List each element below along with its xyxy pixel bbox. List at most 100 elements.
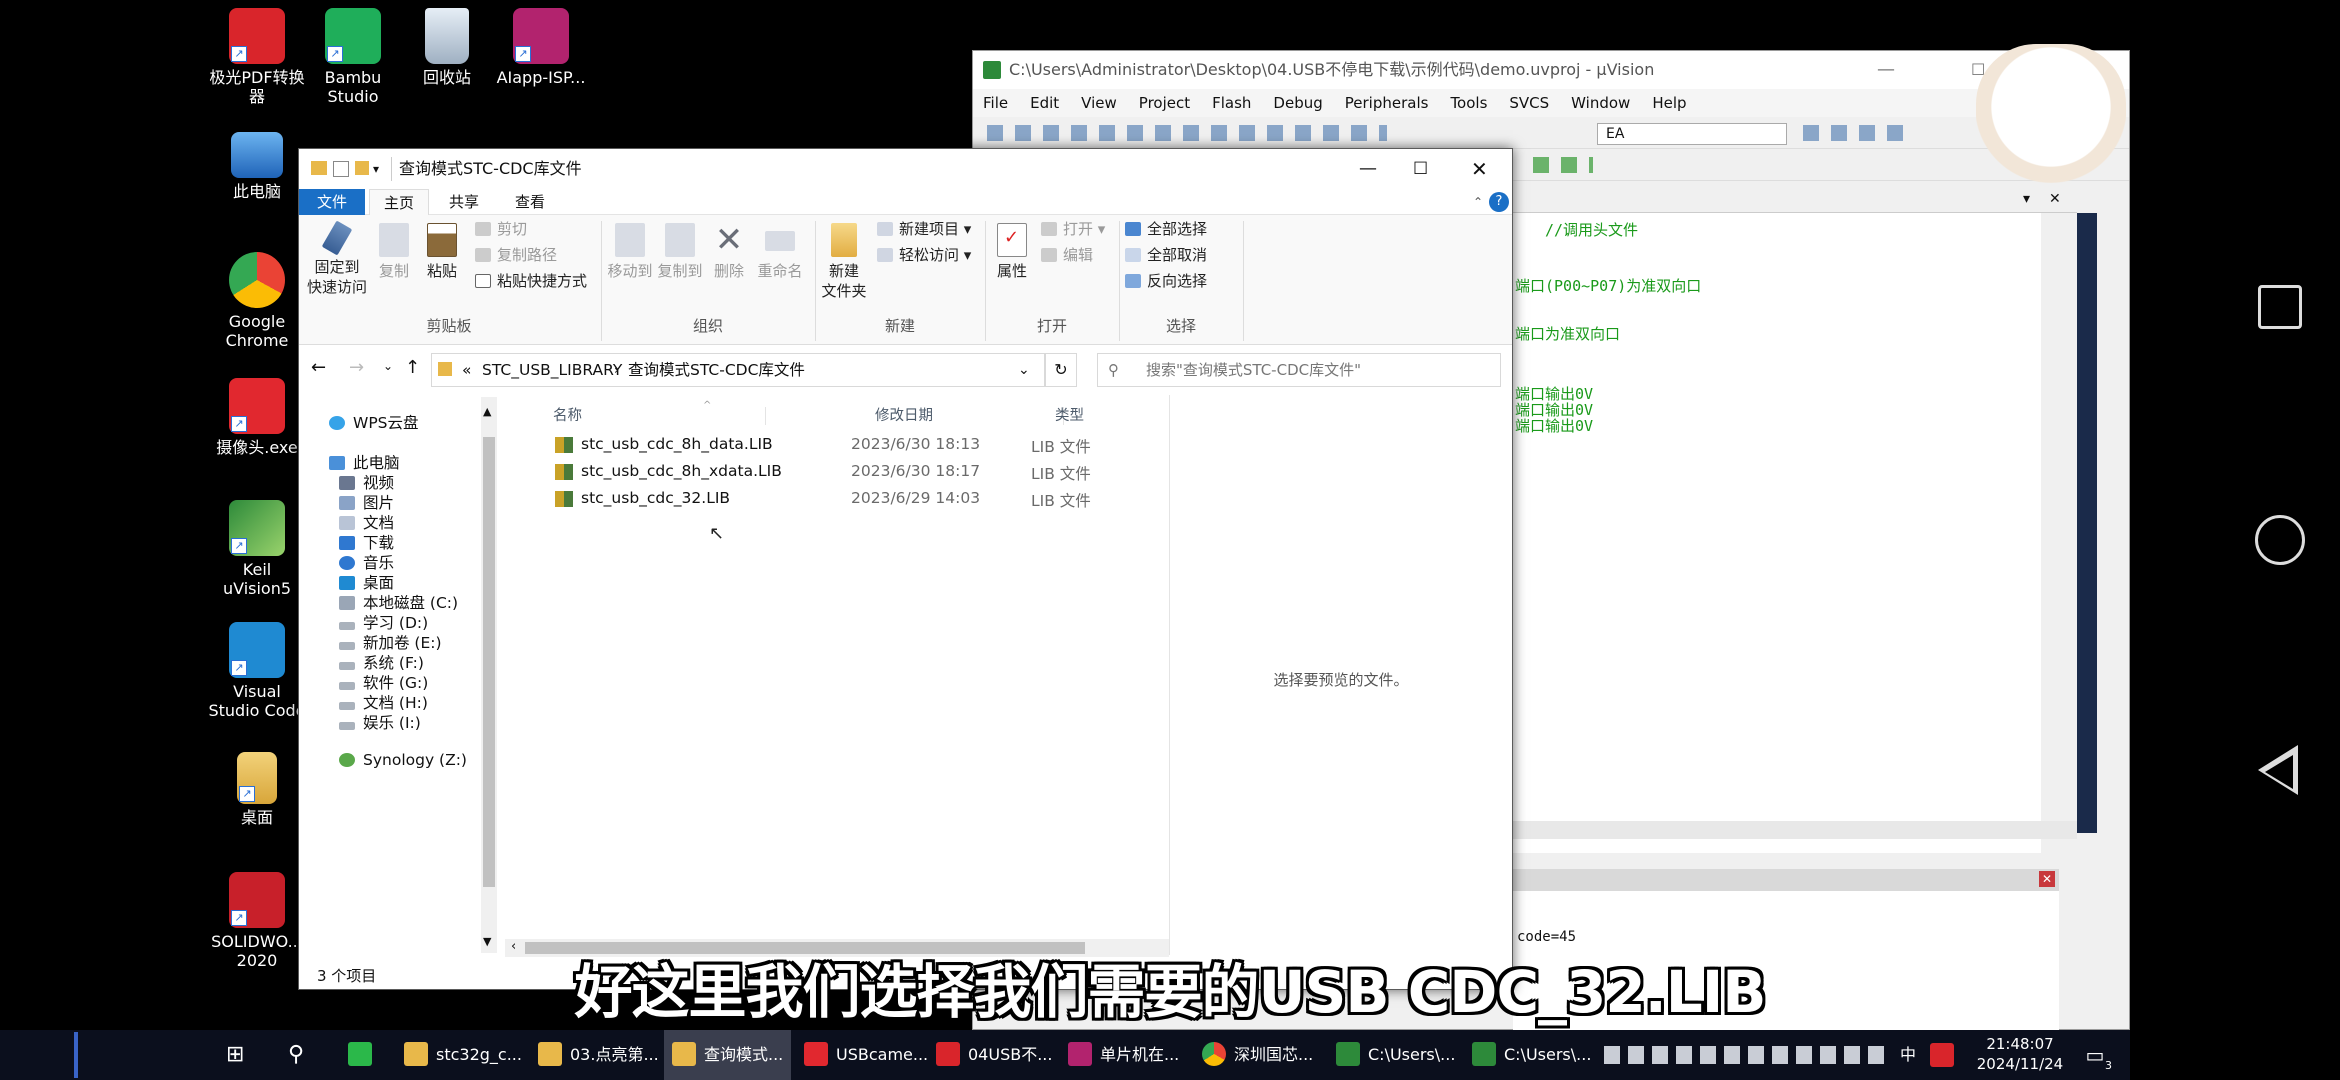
table-row[interactable]: stc_usb_cdc_8h_xdata.LIB 2023/6/30 18:17… xyxy=(529,460,1229,487)
minimize-icon[interactable]: — xyxy=(1359,149,1377,189)
move-to-button[interactable]: 移动到 xyxy=(607,223,653,281)
select-all-button[interactable]: 全部选择 xyxy=(1125,217,1207,241)
chevron-right-icon[interactable]: › xyxy=(614,354,619,386)
nav-item-desktop[interactable]: 桌面 xyxy=(339,571,394,593)
app-tray-icon[interactable] xyxy=(1926,1030,1958,1080)
new-folder-quick-icon[interactable] xyxy=(355,161,369,175)
menu-edit[interactable]: Edit xyxy=(1030,89,1059,117)
address-bar[interactable]: « STC_USB_LIBRARY › 查询模式STC-CDC库文件 ⌄ xyxy=(431,353,1045,387)
tab-close-icon[interactable]: ✕ xyxy=(2049,191,2061,207)
table-row[interactable]: stc_usb_cdc_8h_data.LIB 2023/6/30 18:13 … xyxy=(529,433,1229,460)
column-header-type[interactable]: 类型 xyxy=(1055,401,1084,431)
home-icon[interactable] xyxy=(2255,515,2305,565)
properties-button[interactable]: ✓ 属性 xyxy=(989,223,1035,281)
tab-dropdown-icon[interactable]: ▾ xyxy=(2023,191,2030,207)
search-button[interactable]: ⚲ xyxy=(288,1030,304,1080)
taskbar-item[interactable]: C:\Users\... xyxy=(1336,1030,1455,1080)
nav-item-drive-f[interactable]: 系统 (F:) xyxy=(339,651,424,673)
nav-item-downloads[interactable]: 下载 xyxy=(339,531,394,553)
tab-file[interactable]: 文件 xyxy=(299,189,366,215)
breadcrumb-stc-usb-library[interactable]: STC_USB_LIBRARY xyxy=(482,354,622,386)
maximize-icon[interactable]: ☐ xyxy=(1413,149,1428,189)
address-prefix[interactable]: « xyxy=(462,354,471,386)
nav-scrollbar[interactable]: ▲ ▼ xyxy=(481,397,497,953)
column-header-name[interactable]: 名称 xyxy=(553,401,582,431)
this-pc-icon[interactable]: 此电脑 xyxy=(202,132,312,201)
menu-svcs[interactable]: SVCS xyxy=(1509,89,1549,117)
target-select[interactable]: EA xyxy=(1597,123,1787,145)
close-icon[interactable]: ✕ xyxy=(1471,149,1488,189)
recent-dropdown-icon[interactable]: ⌄ xyxy=(383,359,393,373)
recent-apps-icon[interactable] xyxy=(2258,285,2302,329)
select-none-button[interactable]: 全部取消 xyxy=(1125,243,1207,267)
back-icon[interactable]: ← xyxy=(311,357,326,378)
new-item-button[interactable]: 新建项目 ▾ xyxy=(877,217,971,241)
clock[interactable]: 21:48:07 2024/11/24 xyxy=(1970,1034,2070,1074)
tab-home[interactable]: 主页 xyxy=(369,189,430,215)
editor-scrollbar[interactable] xyxy=(2077,213,2097,833)
nav-item-wps-cloud[interactable]: WPS云盘 xyxy=(329,411,419,433)
open-button[interactable]: 打开 ▾ xyxy=(1041,217,1105,241)
nav-item-drive-d[interactable]: 学习 (D:) xyxy=(339,611,428,633)
chevron-down-icon[interactable]: ⌄ xyxy=(1018,354,1030,386)
table-row[interactable]: stc_usb_cdc_32.LIB 2023/6/29 14:03 LIB 文… xyxy=(529,487,1229,514)
menu-project[interactable]: Project xyxy=(1139,89,1190,117)
nav-item-drive-e[interactable]: 新加卷 (E:) xyxy=(339,631,442,653)
cut-button[interactable]: 剪切 xyxy=(475,217,527,241)
paste-button[interactable]: 粘贴 xyxy=(419,223,465,281)
new-folder-button[interactable]: 新建 文件夹 xyxy=(819,223,869,301)
search-box[interactable]: ⚲ 搜索"查询模式STC-CDC库文件" xyxy=(1097,353,1501,387)
edit-button[interactable]: 编辑 xyxy=(1041,243,1093,267)
menu-window[interactable]: Window xyxy=(1571,89,1630,117)
taskbar-item[interactable]: stc32g_c... xyxy=(404,1030,522,1080)
menu-flash[interactable]: Flash xyxy=(1212,89,1251,117)
aiapp-isp-icon[interactable]: ↗ AIapp-ISP... xyxy=(486,8,596,87)
ime-indicator[interactable]: 中 xyxy=(1900,1030,1916,1080)
menu-file[interactable]: File xyxy=(983,89,1008,117)
taskbar-item[interactable]: 03.点亮第... xyxy=(538,1030,659,1080)
editor-hscroll[interactable] xyxy=(1513,821,2077,839)
copy-to-button[interactable]: 复制到 xyxy=(657,223,703,281)
camera-exe-icon[interactable]: ↗ 摄像头.exe xyxy=(202,378,312,457)
refresh-button[interactable]: ↻ xyxy=(1045,353,1077,387)
taskbar-item[interactable]: 04USB不... xyxy=(936,1030,1052,1080)
nav-item-pictures[interactable]: 图片 xyxy=(339,491,394,513)
nav-item-drive-h[interactable]: 文档 (H:) xyxy=(339,691,428,713)
scroll-up-icon[interactable]: ▲ xyxy=(483,405,491,418)
system-tray-icons[interactable] xyxy=(1604,1046,1884,1064)
nav-item-drive-i[interactable]: 娱乐 (I:) xyxy=(339,711,421,733)
taskbar-app-green[interactable] xyxy=(348,1030,380,1080)
nav-item-drive-g[interactable]: 软件 (G:) xyxy=(339,671,428,693)
paste-shortcut-button[interactable]: 粘贴快捷方式 xyxy=(475,269,587,293)
keil-icon[interactable]: ↗ Keil uVision5 xyxy=(202,500,312,598)
taskbar-item[interactable]: USBcame... xyxy=(804,1030,928,1080)
copy-button[interactable]: 复制 xyxy=(371,223,417,281)
menu-help[interactable]: Help xyxy=(1652,89,1686,117)
pin-quick-access-button[interactable]: 固定到 快速访问 xyxy=(305,220,369,297)
menu-peripherals[interactable]: Peripherals xyxy=(1345,89,1429,117)
nav-item-videos[interactable]: 视频 xyxy=(339,471,394,493)
scroll-thumb[interactable] xyxy=(483,437,495,887)
delete-button[interactable]: ✕ 删除 xyxy=(709,223,749,281)
start-button[interactable]: ⊞ xyxy=(226,1030,244,1080)
rename-button[interactable]: 重命名 xyxy=(753,223,807,281)
nav-item-drive-c[interactable]: 本地磁盘 (C:) xyxy=(339,591,458,613)
menu-debug[interactable]: Debug xyxy=(1273,89,1322,117)
taskbar-item[interactable]: 单片机在... xyxy=(1068,1030,1179,1080)
close-icon[interactable]: ✕ xyxy=(2039,871,2055,887)
nav-item-documents[interactable]: 文档 xyxy=(339,511,394,533)
up-icon[interactable]: ↑ xyxy=(405,357,420,378)
copy-path-button[interactable]: 复制路径 xyxy=(475,243,557,267)
nav-item-synology[interactable]: Synology (Z:) xyxy=(339,751,467,769)
column-header-date[interactable]: 修改日期 xyxy=(875,401,933,431)
notification-center-icon[interactable]: ▭ 3 xyxy=(2078,1038,2112,1072)
nav-item-this-pc[interactable]: 此电脑 xyxy=(329,451,400,473)
breadcrumb-current[interactable]: 查询模式STC-CDC库文件 xyxy=(628,354,805,386)
jiguang-pdf-icon[interactable]: ↗ 极光PDF转换 器 xyxy=(202,8,312,106)
desktop-folder-icon[interactable]: ↗ 桌面 xyxy=(202,752,312,827)
invert-selection-button[interactable]: 反向选择 xyxy=(1125,269,1207,293)
menu-view[interactable]: View xyxy=(1081,89,1117,117)
vscode-icon[interactable]: ↗ Visual Studio Code xyxy=(202,622,312,720)
tab-view[interactable]: 查看 xyxy=(501,189,559,215)
tab-share[interactable]: 共享 xyxy=(435,189,493,215)
